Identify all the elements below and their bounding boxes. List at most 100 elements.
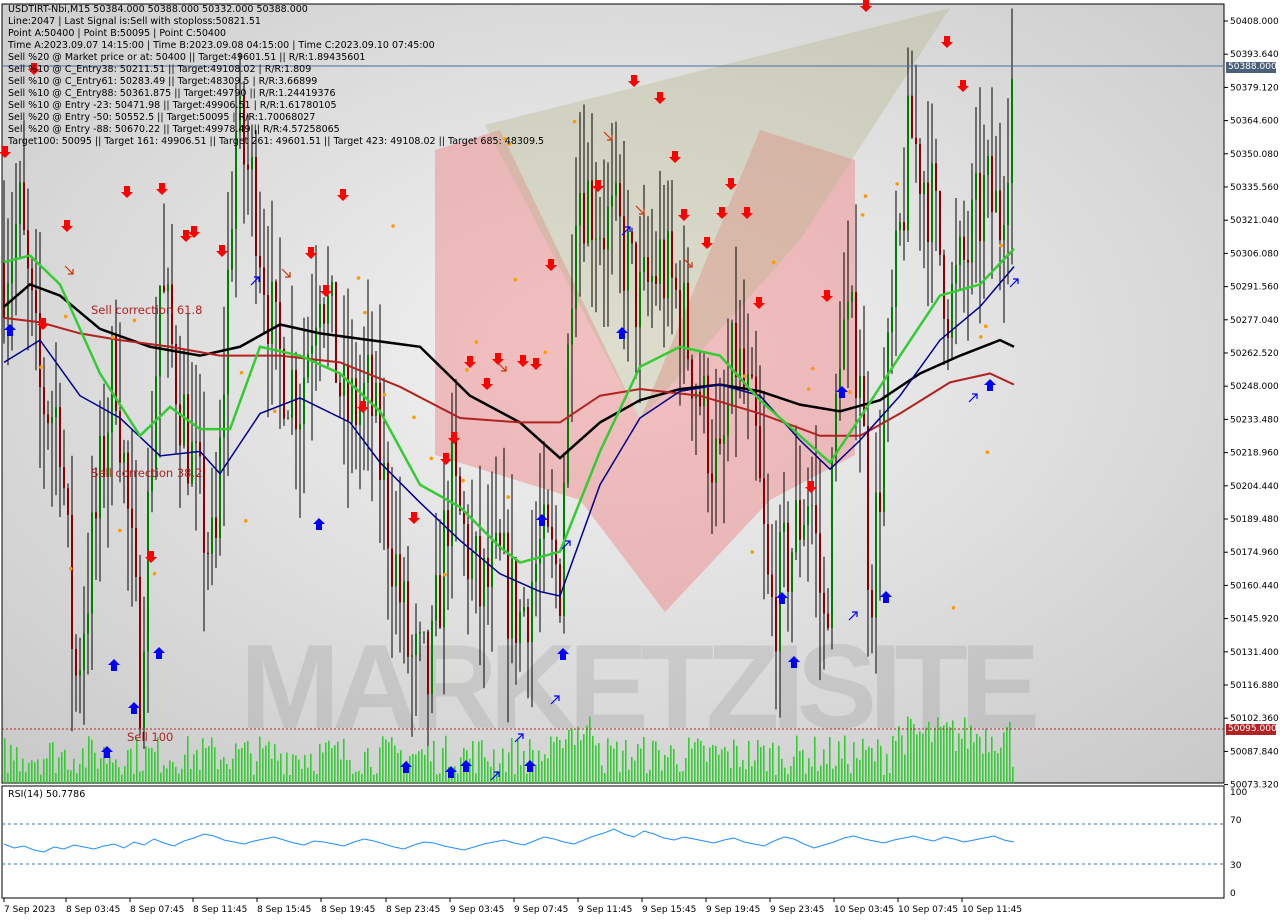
- volume-bar: [835, 765, 837, 783]
- volume-bar: [19, 771, 21, 783]
- candle-body: [795, 500, 797, 553]
- volume-bar: [784, 767, 786, 783]
- volume-bar: [211, 737, 213, 783]
- volume-bar: [886, 754, 888, 783]
- signal-dot: [474, 340, 479, 344]
- volume-bar: [250, 753, 252, 783]
- volume-bar: [109, 757, 111, 783]
- info-line: Point A:50400 | Point B:50095 | Point C:…: [8, 28, 227, 39]
- price-tick-label: 50379.120: [1230, 83, 1279, 93]
- volume-bar: [796, 735, 798, 783]
- volume-bar: [454, 766, 456, 783]
- volume-bar: [133, 773, 135, 783]
- volume-bar: [730, 767, 732, 783]
- volume-bar: [220, 759, 222, 783]
- candle-body: [59, 407, 61, 468]
- rsi-tick-label: 0: [1230, 889, 1236, 899]
- candle-body: [551, 526, 553, 540]
- signal-dot: [461, 478, 465, 483]
- volume-bar: [247, 740, 249, 783]
- volume-bar: [607, 738, 609, 783]
- volume-bar: [325, 742, 327, 783]
- signal-dot: [391, 224, 395, 228]
- volume-bar: [706, 761, 708, 783]
- candle-body: [7, 283, 9, 318]
- volume-bar: [535, 764, 537, 783]
- signal-dot: [118, 528, 122, 533]
- candle-body: [35, 290, 37, 314]
- volume-bar: [862, 738, 864, 783]
- volume-bar: [844, 735, 846, 783]
- volume-bar: [100, 758, 102, 783]
- candle-body: [175, 343, 177, 405]
- volume-bar: [304, 755, 306, 783]
- candle-body: [923, 182, 925, 195]
- candle-body: [611, 195, 613, 207]
- volume-bar: [583, 734, 585, 783]
- candle-body: [707, 375, 709, 474]
- signal-dot: [810, 366, 815, 371]
- candle-body: [783, 522, 785, 532]
- volume-bar: [724, 746, 726, 783]
- candle-body: [319, 304, 321, 328]
- time-tick-label: 8 Sep 03:45: [66, 905, 120, 915]
- candle-body: [719, 438, 721, 444]
- signal-dot: [110, 335, 115, 340]
- candle-body: [395, 554, 397, 587]
- candle-body: [771, 574, 773, 598]
- price-tick-label: 50408.000: [1230, 17, 1279, 27]
- volume-bar: [283, 774, 285, 783]
- volume-bar: [988, 752, 990, 783]
- volume-bar: [562, 747, 564, 783]
- volume-bar: [553, 742, 555, 783]
- candle-body: [975, 172, 977, 200]
- candle-body: [671, 231, 673, 278]
- price-tick-label: 50189.480: [1230, 515, 1279, 525]
- volume-bar: [976, 733, 978, 783]
- candle-body: [651, 275, 653, 282]
- volume-bar: [412, 753, 414, 783]
- volume-bar: [904, 754, 906, 783]
- candle-body: [147, 491, 149, 652]
- volume-bar: [790, 765, 792, 783]
- candle-body: [799, 500, 801, 540]
- candle-body: [759, 425, 761, 479]
- volume-bar: [664, 754, 666, 783]
- candle-body: [791, 552, 793, 592]
- volume-bar: [541, 760, 543, 783]
- candle-body: [471, 551, 473, 580]
- volume-bar: [265, 745, 267, 783]
- candle-body: [827, 613, 829, 629]
- price-tick-label: 50306.080: [1230, 249, 1279, 259]
- volume-bar: [58, 757, 60, 783]
- volume-bar: [907, 716, 909, 783]
- volume-bar: [889, 773, 891, 783]
- candle-body: [367, 354, 369, 383]
- candle-body: [727, 404, 729, 436]
- volume-bar: [883, 774, 885, 783]
- candle-body: [983, 174, 985, 242]
- candle-body: [755, 376, 757, 426]
- candle-body: [331, 282, 333, 296]
- candle-body: [15, 224, 17, 259]
- volume-bar: [970, 725, 972, 783]
- volume-bar: [490, 766, 492, 783]
- volume-bar: [901, 735, 903, 783]
- volume-bar: [544, 754, 546, 783]
- volume-bar: [628, 769, 630, 783]
- candle-body: [431, 620, 433, 695]
- volume-bar: [217, 769, 219, 783]
- candle-body: [307, 353, 309, 378]
- candle-body: [11, 258, 13, 284]
- volume-bar: [295, 755, 297, 783]
- volume-bar: [625, 740, 627, 783]
- volume-bar: [364, 751, 366, 783]
- price-tick-label: 50174.960: [1230, 548, 1279, 558]
- candle-body: [399, 554, 401, 603]
- volume-bar: [49, 742, 51, 783]
- candle-body: [619, 183, 621, 217]
- volume-bar: [376, 773, 378, 783]
- candle-body: [347, 364, 349, 423]
- volume-bar: [646, 773, 648, 783]
- volume-bar: [874, 761, 876, 783]
